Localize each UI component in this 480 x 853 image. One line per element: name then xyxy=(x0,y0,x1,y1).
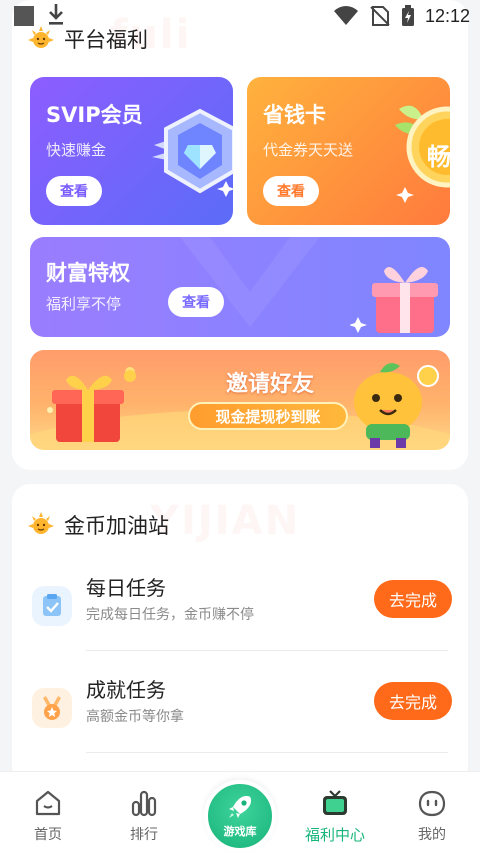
nav-profile[interactable]: 我的 xyxy=(397,772,467,853)
battery-charging-icon xyxy=(401,5,414,26)
sun-mascot-icon xyxy=(28,512,54,534)
game-library-button[interactable]: 游戏库 xyxy=(204,780,276,852)
task-subtitle: 完成每日任务，金币赚不停 xyxy=(86,607,254,623)
svip-view-button[interactable]: 查看 xyxy=(46,176,102,206)
invite-title: 邀请好友 xyxy=(225,372,314,397)
svip-tile[interactable]: SVIP会员 快速赚金 查看 xyxy=(30,77,233,225)
divider xyxy=(86,752,448,753)
gift-tv-icon xyxy=(323,790,347,815)
task-subtitle: 高额金币等你拿 xyxy=(86,709,184,725)
status-bar: 12:12 xyxy=(0,0,480,32)
red-gift-icon xyxy=(52,370,136,442)
diamond-shield-icon xyxy=(152,108,233,197)
download-icon xyxy=(49,4,63,25)
saving-card-view-button[interactable]: 查看 xyxy=(263,176,319,206)
nav-label: 排行 xyxy=(130,827,158,843)
wealth-subtitle: 福利享不停 xyxy=(46,295,122,313)
achievement-task-row[interactable]: 成就任务 高额金币等你拿 去完成 xyxy=(28,674,452,774)
checklist-icon xyxy=(32,586,72,626)
daily-task-row[interactable]: 每日任务 完成每日任务，金币赚不停 去完成 xyxy=(28,572,452,672)
clock: 12:12 xyxy=(424,5,470,26)
rocket-icon xyxy=(229,796,251,818)
svip-subtitle: 快速赚金 xyxy=(46,141,107,159)
game-library-label: 游戏库 xyxy=(223,825,257,838)
nav-label: 首页 xyxy=(34,827,62,843)
ranking-icon xyxy=(131,790,157,817)
nav-label: 我的 xyxy=(418,827,446,843)
complete-achievement-task-button[interactable]: 去完成 xyxy=(374,682,452,720)
nav-welfare-center[interactable]: 福利中心 xyxy=(300,772,370,853)
cash-withdraw-button[interactable]: 现金提现秒到账 xyxy=(188,402,348,430)
wifi-icon xyxy=(333,6,358,26)
coin-section-header: 金币加油站 xyxy=(28,510,169,540)
saving-card-title: 省钱卡 xyxy=(263,103,326,127)
mascot-character-icon xyxy=(354,363,439,448)
wealth-privilege-tile[interactable]: 财富特权 福利享不停 查看 xyxy=(30,237,450,337)
home-icon xyxy=(35,790,61,816)
nav-home[interactable]: 首页 xyxy=(13,772,83,853)
invite-friends-banner[interactable]: 邀请好友 现金提现秒到账 xyxy=(30,350,450,450)
complete-daily-task-button[interactable]: 去完成 xyxy=(374,580,452,618)
nav-ranking[interactable]: 排行 xyxy=(109,772,179,853)
saving-card-badge: 畅 xyxy=(427,143,450,171)
nav-label: 福利中心 xyxy=(304,826,365,844)
task-title: 每日任务 xyxy=(86,576,166,600)
saving-card-subtitle: 代金券天天送 xyxy=(263,141,354,159)
wealth-view-button[interactable]: 查看 xyxy=(168,287,224,317)
svip-title: SVIP会员 xyxy=(46,103,143,127)
wealth-title: 财富特权 xyxy=(46,261,130,285)
task-title: 成就任务 xyxy=(86,678,166,702)
saving-card-tile[interactable]: 省钱卡 代金券天天送 查看 畅 xyxy=(247,77,450,225)
profile-face-icon xyxy=(418,790,446,817)
no-sim-icon xyxy=(370,6,390,26)
section-watermark-2: YIJIAN xyxy=(150,498,301,544)
medal-icon xyxy=(32,688,72,728)
notification-square-icon xyxy=(14,6,34,26)
gift-box-icon xyxy=(350,267,438,333)
section-title: 金币加油站 xyxy=(64,514,169,538)
divider xyxy=(86,650,448,651)
